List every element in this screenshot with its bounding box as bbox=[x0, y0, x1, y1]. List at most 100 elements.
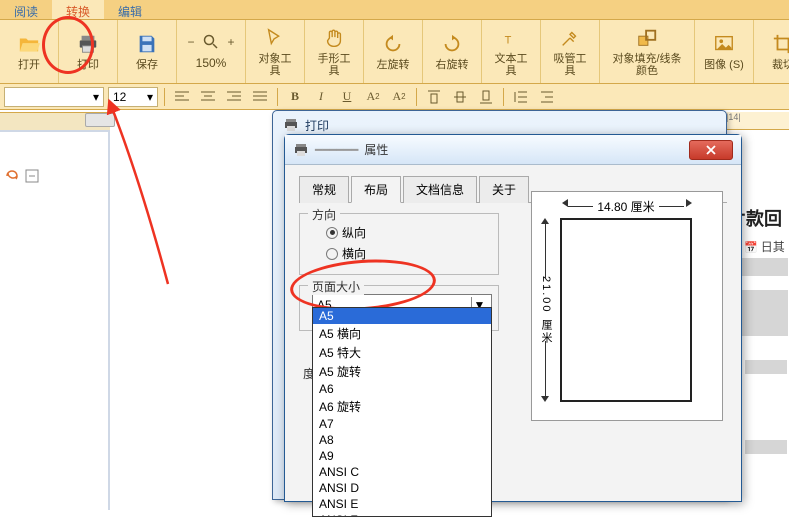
subscript-button[interactable]: A2 bbox=[388, 87, 410, 107]
arrow-down-icon bbox=[541, 396, 549, 402]
text-icon: T bbox=[500, 27, 522, 49]
object-tool-button[interactable]: 对象工具 bbox=[254, 22, 296, 81]
page-size-option[interactable]: A8 bbox=[313, 432, 491, 448]
dialog-titlebar[interactable]: ━━━━━━ 属性 bbox=[285, 135, 741, 165]
close-icon bbox=[705, 145, 717, 155]
radio-landscape-label: 横向 bbox=[342, 245, 366, 262]
printer-icon bbox=[293, 142, 309, 158]
indent-button[interactable] bbox=[536, 87, 558, 107]
rotate-right-button[interactable]: 右旋转 bbox=[431, 22, 473, 81]
radio-portrait[interactable] bbox=[326, 227, 338, 239]
rotate-left-button[interactable]: 左旋转 bbox=[372, 22, 414, 81]
page-size-option[interactable]: A5 横向 bbox=[313, 324, 491, 343]
properties-dialog[interactable]: ━━━━━━ 属性 常规 布局 文档信息 关于 方向 纵向 横向 页面大小 bbox=[284, 134, 742, 502]
zoom-in-button[interactable]: + bbox=[223, 34, 239, 50]
page-size-option[interactable]: A5 特大 bbox=[313, 343, 491, 362]
tab-edit[interactable]: 编辑 bbox=[104, 0, 156, 19]
image-icon bbox=[713, 33, 735, 55]
line-spacing-button[interactable] bbox=[510, 87, 532, 107]
rotate-left-icon bbox=[382, 33, 404, 55]
page-size-option[interactable]: A6 bbox=[313, 381, 491, 397]
printer-icon bbox=[77, 33, 99, 55]
tab-layout[interactable]: 布局 bbox=[351, 176, 401, 203]
page-size-option[interactable]: ANSI E bbox=[313, 496, 491, 512]
align-right-button[interactable] bbox=[223, 87, 245, 107]
orientation-fieldset: 方向 纵向 横向 bbox=[299, 213, 499, 275]
radio-portrait-label: 纵向 bbox=[342, 224, 366, 241]
page-size-option[interactable]: A5 旋转 bbox=[313, 362, 491, 381]
zoom-group: − + 150% bbox=[177, 20, 246, 83]
eyedropper-button[interactable]: 吸管工具 bbox=[549, 22, 591, 81]
page-preview: 14.80 厘米 21.00 厘米 bbox=[531, 191, 723, 421]
valign-middle-button[interactable] bbox=[449, 87, 471, 107]
panel-resize-handle[interactable] bbox=[85, 113, 115, 127]
cursor-icon bbox=[264, 27, 286, 49]
arrow-right-icon bbox=[686, 199, 692, 207]
chevron-down-icon: ▾ bbox=[147, 90, 153, 104]
font-family-select[interactable]: ▾ bbox=[4, 87, 104, 107]
fill-color-icon bbox=[636, 27, 658, 49]
page-size-option[interactable]: A5 bbox=[313, 308, 491, 324]
text-tool-button[interactable]: T 文本工具 bbox=[490, 22, 532, 81]
format-bar: ▾ 12▾ B I U A2 A2 bbox=[0, 84, 789, 110]
crop-icon bbox=[772, 33, 789, 55]
page-size-option[interactable]: ANSI D bbox=[313, 480, 491, 496]
preview-height-label: 21.00 厘米 bbox=[538, 276, 554, 345]
content-placeholder bbox=[745, 440, 787, 454]
content-placeholder bbox=[745, 360, 787, 374]
radio-landscape[interactable] bbox=[326, 248, 338, 260]
image-button[interactable]: 图像 (S) bbox=[703, 22, 745, 81]
document-date-label: 📅 日其 bbox=[744, 238, 785, 255]
page-size-option[interactable]: ANSI F bbox=[313, 512, 491, 517]
zoom-magnify-icon bbox=[203, 34, 219, 50]
align-center-button[interactable] bbox=[197, 87, 219, 107]
close-button[interactable] bbox=[689, 140, 733, 160]
preview-page-rect bbox=[560, 218, 692, 402]
ribbon-toolbar: 打开 打印 保存 − + 150% 对象工具 手形工具 bbox=[0, 20, 789, 84]
page-size-dropdown-list[interactable]: A5A5 横向A5 特大A5 旋转A6A6 旋转A7A8A9ANSI CANSI… bbox=[312, 307, 492, 517]
tab-general[interactable]: 常规 bbox=[299, 176, 349, 203]
open-button[interactable]: 打开 bbox=[8, 22, 50, 81]
chevron-down-icon: ▾ bbox=[93, 90, 99, 104]
collapse-icon[interactable] bbox=[24, 168, 40, 184]
preview-width-label: 14.80 厘米 bbox=[597, 198, 654, 215]
print-dialog-title: 打印 bbox=[305, 117, 329, 134]
arrow-up-icon bbox=[541, 218, 549, 224]
horizontal-ruler: |14| bbox=[720, 112, 789, 130]
tab-read[interactable]: 阅读 bbox=[0, 0, 52, 19]
eyedropper-icon bbox=[559, 27, 581, 49]
superscript-button[interactable]: A2 bbox=[362, 87, 384, 107]
page-size-option[interactable]: ANSI C bbox=[313, 464, 491, 480]
tab-about[interactable]: 关于 bbox=[479, 176, 529, 203]
fill-stroke-button[interactable]: 对象填充/线条颜色 bbox=[608, 22, 686, 81]
page-size-option[interactable]: A7 bbox=[313, 416, 491, 432]
align-left-button[interactable] bbox=[171, 87, 193, 107]
valign-bottom-button[interactable] bbox=[475, 87, 497, 107]
page-size-option[interactable]: A6 旋转 bbox=[313, 397, 491, 416]
zoom-out-button[interactable]: − bbox=[183, 34, 199, 50]
page-size-legend: 页面大小 bbox=[308, 278, 364, 295]
save-button[interactable]: 保存 bbox=[126, 22, 168, 81]
bookmarks-panel bbox=[0, 130, 110, 510]
svg-text:T: T bbox=[505, 34, 512, 46]
tab-convert[interactable]: 转换 bbox=[52, 0, 104, 19]
printer-icon bbox=[283, 117, 299, 133]
hand-icon bbox=[323, 27, 345, 49]
print-button[interactable]: 打印 bbox=[67, 22, 109, 81]
underline-button[interactable]: U bbox=[336, 87, 358, 107]
bold-button[interactable]: B bbox=[284, 87, 306, 107]
page-size-option[interactable]: A9 bbox=[313, 448, 491, 464]
orientation-legend: 方向 bbox=[308, 206, 340, 223]
arrow-left-icon bbox=[562, 199, 568, 207]
refresh-icon[interactable] bbox=[4, 168, 20, 184]
hand-tool-button[interactable]: 手形工具 bbox=[313, 22, 355, 81]
italic-button[interactable]: I bbox=[310, 87, 332, 107]
folder-open-icon bbox=[18, 33, 40, 55]
tab-docinfo[interactable]: 文档信息 bbox=[403, 176, 477, 203]
rotate-right-icon bbox=[441, 33, 463, 55]
align-justify-button[interactable] bbox=[249, 87, 271, 107]
zoom-percent[interactable]: 150% bbox=[196, 56, 227, 70]
crop-button[interactable]: 裁切 bbox=[762, 22, 789, 81]
font-size-select[interactable]: 12▾ bbox=[108, 87, 158, 107]
valign-top-button[interactable] bbox=[423, 87, 445, 107]
